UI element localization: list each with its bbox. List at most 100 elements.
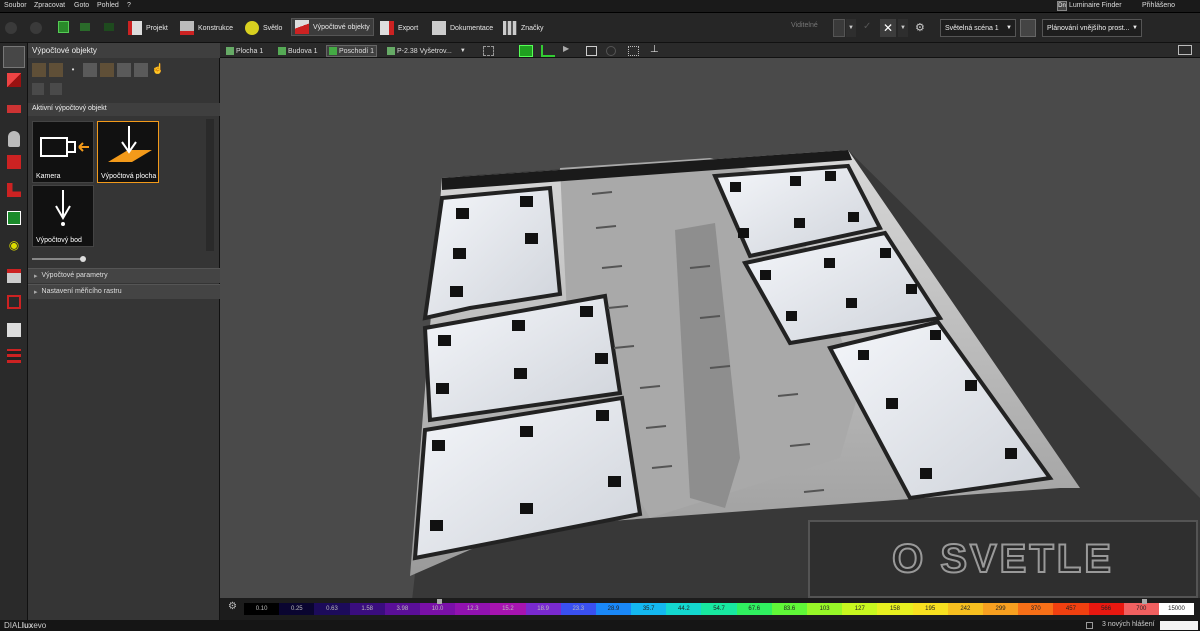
door-icon[interactable] <box>32 63 46 77</box>
tile-calc-point-label: Výpočtový bod <box>36 237 82 244</box>
3d-view-icon[interactable] <box>519 45 533 57</box>
tab-budova[interactable]: Budova 1 <box>276 45 320 57</box>
tab-projekt[interactable]: Projekt <box>128 19 168 37</box>
frame-icon[interactable] <box>7 295 21 309</box>
luminaire-finder-link[interactable]: Luminaire Finder <box>1069 2 1122 9</box>
login-status[interactable]: Přihlášeno <box>1142 2 1175 9</box>
scale-value: 44.2 <box>678 606 690 612</box>
scale-marker[interactable] <box>437 599 442 604</box>
circle-icon[interactable] <box>134 63 148 77</box>
surface-icon[interactable] <box>100 63 114 77</box>
emergency-exit-icon[interactable] <box>7 211 21 225</box>
scale-cell: 457 <box>1053 603 1089 615</box>
construction-icon <box>180 21 194 35</box>
scale-cell: 3.98 <box>384 603 420 615</box>
tile-calc-surface[interactable]: Výpočtová plocha <box>97 121 159 183</box>
arrow-icon[interactable] <box>50 83 62 95</box>
tile-size-slider[interactable] <box>32 256 92 262</box>
point-icon[interactable]: • <box>66 63 80 77</box>
chevron-down-icon[interactable]: ▼ <box>846 19 856 37</box>
tab-export[interactable]: Export <box>380 19 418 37</box>
points-icon[interactable] <box>7 349 21 363</box>
chevron-right-icon: ▸ <box>34 273 38 280</box>
scale-marker[interactable] <box>1142 599 1147 604</box>
tab-znacky[interactable]: Značky <box>503 19 544 37</box>
chevron-down-icon: ▼ <box>459 48 466 54</box>
tiles-scrollbar[interactable] <box>206 119 214 251</box>
left-tool-rail: ◉ <box>0 43 28 620</box>
tile-camera[interactable]: Kamera <box>32 121 94 183</box>
cube-icon[interactable] <box>7 73 21 87</box>
visibility-select[interactable] <box>833 19 845 37</box>
scale-cell: 0.63 <box>314 603 350 615</box>
light-bulb-icon <box>245 21 259 35</box>
section-grid-settings[interactable]: ▸ Nastavení měřicího rastru <box>28 284 220 299</box>
close-icon[interactable]: ✕ <box>880 19 896 37</box>
slider-handle[interactable] <box>80 256 86 262</box>
scale-value: 12.3 <box>466 606 479 612</box>
3d-viewport[interactable]: O SVETLE <box>220 58 1200 598</box>
menu-soubor[interactable]: Soubor <box>4 2 27 9</box>
tile-calc-point[interactable]: Výpočtový bod <box>32 185 94 247</box>
light-scene-select[interactable]: Světelná scéna 1 ▼ <box>940 19 1016 37</box>
save-icon[interactable] <box>58 21 69 33</box>
reports-count[interactable]: 3 nových hlášení <box>1102 621 1155 628</box>
planning-mode-select[interactable]: Plánování vnějšího prost... ▼ <box>1042 19 1142 37</box>
menu-help[interactable]: ? <box>127 2 131 9</box>
main-toolbar: Projekt Konstrukce Světlo Výpočtové obje… <box>0 13 1200 43</box>
scale-cell: 54.7 <box>701 603 737 615</box>
gear-icon[interactable]: ⚙ <box>228 601 237 612</box>
door-icon[interactable] <box>49 63 63 77</box>
cylinder-icon[interactable] <box>8 131 20 147</box>
tab-dokumentace[interactable]: Dokumentace <box>432 19 493 37</box>
l-shape-icon[interactable] <box>7 183 21 197</box>
section-calc-params[interactable]: ▸ Výpočtové parametry <box>28 268 220 283</box>
document-icon[interactable] <box>7 269 21 283</box>
scale-value: 299 <box>995 606 1006 612</box>
calc-object-tool-icon[interactable] <box>3 46 25 68</box>
tile-calc-surface-label: Výpočtová plocha <box>101 173 157 180</box>
slab-icon[interactable] <box>7 105 21 113</box>
window-toggle-icon[interactable] <box>1178 45 1192 55</box>
redo-icon[interactable] <box>104 23 114 31</box>
camera-view-icon[interactable] <box>7 323 21 337</box>
back-icon[interactable] <box>5 22 17 34</box>
check-icon[interactable]: ✓ <box>863 21 871 33</box>
hand-cursor-icon[interactable]: ☝ <box>151 63 165 77</box>
select-frame-icon[interactable] <box>483 46 494 56</box>
scene-options-button[interactable] <box>1020 19 1036 37</box>
orbit-icon[interactable] <box>606 46 616 56</box>
light-scene-value: Světelná scéna 1 <box>945 24 999 32</box>
undo-icon[interactable] <box>80 23 90 31</box>
gear-icon[interactable]: ⚙ <box>915 21 925 34</box>
scale-cell: 10.0 <box>419 603 456 615</box>
tab-vypoctove-objekty[interactable]: Výpočtové objekty <box>291 18 374 36</box>
zoom-region-icon[interactable] <box>628 46 639 56</box>
menu-pohled[interactable]: Pohled <box>97 2 119 9</box>
tab-svetlo[interactable]: Světlo <box>245 19 282 37</box>
menu-goto[interactable]: Goto <box>74 2 89 9</box>
status-progress <box>1160 621 1198 630</box>
room-icon <box>387 47 395 55</box>
tab-konstrukce[interactable]: Konstrukce <box>180 19 233 37</box>
fit-view-icon[interactable] <box>586 46 597 56</box>
view-breadcrumb-bar: Plocha 1 Budova 1 Poschodí 1 P-2.38 Vyše… <box>220 43 1200 58</box>
tab-poschodi[interactable]: Poschodí 1 <box>326 45 378 57</box>
axes-icon[interactable]: ⊥ <box>650 44 659 55</box>
2d-view-icon[interactable] <box>541 45 555 57</box>
grid-icon[interactable] <box>117 63 131 77</box>
eye-icon[interactable]: ◉ <box>7 238 21 252</box>
arrow-icon[interactable] <box>32 83 44 95</box>
scale-cell: 158 <box>877 603 913 615</box>
grid-icon[interactable] <box>83 63 97 77</box>
chevron-down-icon[interactable]: ▼ <box>898 19 908 37</box>
menu-zpracovat[interactable]: Zpracovat <box>34 2 65 9</box>
scale-value: 158 <box>889 606 900 612</box>
play-icon[interactable]: ▶ <box>563 44 569 53</box>
tab-room[interactable]: P-2.38 Vyšetrov... ▼ <box>385 45 468 57</box>
forward-icon[interactable] <box>30 22 42 34</box>
tab-plocha[interactable]: Plocha 1 <box>224 45 265 57</box>
scale-cell: 23.3 <box>560 603 596 615</box>
scale-value: 23.3 <box>572 606 585 612</box>
room-icon[interactable] <box>7 155 21 169</box>
